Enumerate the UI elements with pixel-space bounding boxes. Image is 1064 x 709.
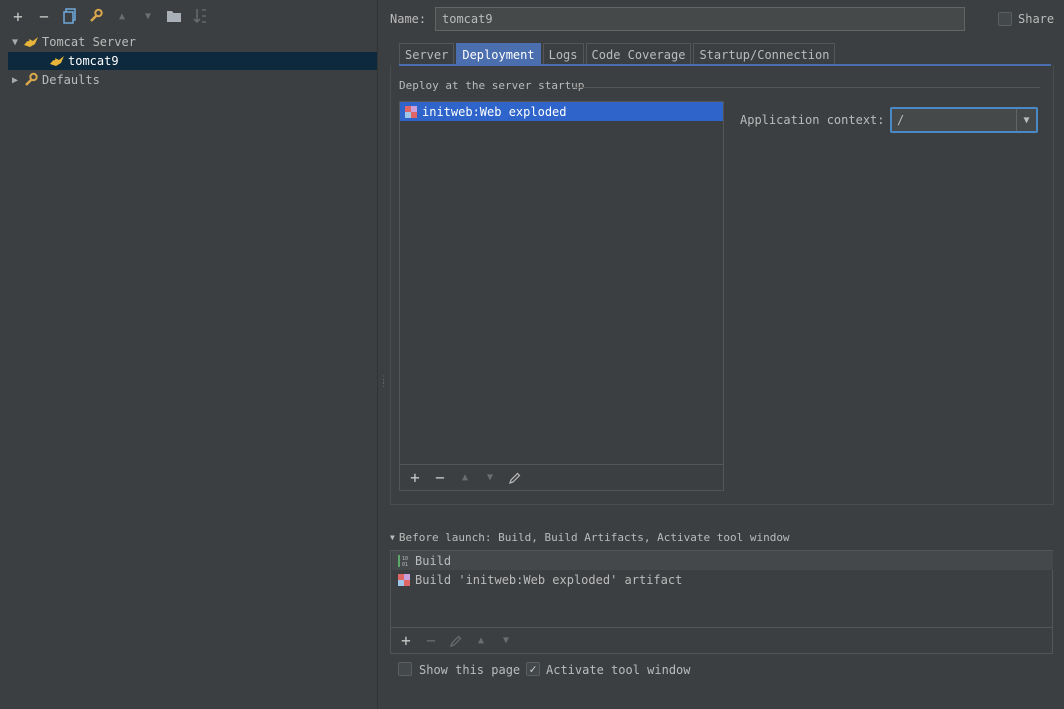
add-task-button[interactable]: + (396, 631, 416, 651)
deployment-list-toolbar: + − ▲ ▼ (399, 465, 724, 491)
edit-defaults-button[interactable] (86, 6, 106, 26)
before-launch-item-label: Build (415, 553, 452, 568)
expand-down-icon[interactable]: ▼ (8, 37, 22, 48)
activate-tool-window-label: Activate tool window (546, 663, 691, 677)
minus-icon: − (426, 631, 436, 650)
name-input[interactable] (435, 7, 965, 31)
add-config-button[interactable]: + (8, 6, 28, 26)
tree-item-tomcat9[interactable]: tomcat9 (8, 52, 377, 70)
tab-startup-connection[interactable]: Startup/Connection (693, 43, 836, 65)
artifact-icon (402, 104, 420, 120)
list-item[interactable]: 10 01 Build (392, 551, 1053, 570)
deployment-item-label: initweb:Web exploded (422, 104, 567, 119)
name-label: Name: (390, 12, 427, 26)
folder-button[interactable] (164, 6, 184, 26)
tab-server[interactable]: Server (399, 43, 455, 65)
list-item[interactable]: initweb:Web exploded (400, 102, 723, 121)
edit-task-button[interactable] (446, 631, 466, 651)
tree-item-defaults[interactable]: ▶ Defaults (8, 71, 377, 89)
app-context-value[interactable]: / (892, 113, 1016, 127)
wrench-icon (90, 8, 103, 22)
move-up-task-button[interactable]: ▲ (471, 631, 491, 651)
copy-icon (63, 8, 76, 24)
arrow-up-icon: ▲ (461, 472, 469, 483)
build-icon: 10 01 (395, 553, 413, 569)
move-down-deployment-button[interactable]: ▼ (480, 468, 500, 488)
deploy-section-title: Deploy at the server startup (399, 79, 585, 92)
section-divider (572, 87, 1040, 88)
pencil-icon (450, 635, 462, 647)
collapse-icon[interactable]: ▼ (390, 533, 395, 542)
folder-icon (167, 11, 181, 22)
before-launch-list[interactable]: 10 01 Build Build 'initweb:Web exploded' … (390, 550, 1053, 628)
move-up-button[interactable]: ▲ (112, 6, 132, 26)
minus-icon: − (435, 468, 445, 487)
plus-icon: + (401, 631, 411, 650)
move-down-button[interactable]: ▼ (138, 6, 158, 26)
sort-button[interactable] (190, 6, 210, 26)
arrow-down-icon: ▼ (502, 635, 510, 646)
arrow-up-icon: ▲ (118, 10, 126, 22)
deployment-list[interactable] (399, 101, 724, 465)
panel-splitter-handle[interactable]: ⋮ ⋮ (379, 376, 388, 394)
expand-right-icon[interactable]: ▶ (8, 75, 22, 86)
app-context-label: Application context: (740, 113, 885, 127)
share-checkbox[interactable] (998, 12, 1012, 26)
tab-code-coverage[interactable]: Code Coverage (585, 43, 692, 65)
wrench-icon (22, 72, 40, 88)
tab-logs[interactable]: Logs (542, 43, 584, 65)
arrow-down-icon: ▼ (486, 472, 494, 483)
tree-item-label: Defaults (42, 73, 100, 87)
app-context-combobox[interactable]: / ▼ (890, 107, 1038, 133)
list-item[interactable]: Build 'initweb:Web exploded' artifact (392, 570, 1053, 589)
arrow-down-icon: ▼ (144, 10, 152, 22)
artifact-icon (395, 572, 413, 588)
copy-config-button[interactable] (60, 6, 80, 26)
edit-deployment-button[interactable] (505, 468, 525, 488)
plus-icon: + (410, 468, 420, 487)
move-up-deployment-button[interactable]: ▲ (455, 468, 475, 488)
svg-text:01: 01 (402, 562, 408, 568)
tomcat-icon (22, 34, 40, 50)
before-launch-toolbar: + − ▲ ▼ (390, 628, 1053, 654)
remove-task-button[interactable]: − (421, 631, 441, 651)
tomcat-icon (48, 53, 66, 69)
pencil-icon (509, 472, 521, 484)
config-tabs: Server Deployment Logs Code Coverage Sta… (399, 43, 837, 65)
add-deployment-button[interactable]: + (405, 468, 425, 488)
before-launch-item-label: Build 'initweb:Web exploded' artifact (415, 572, 683, 587)
run-config-tree: ▼ Tomcat Server tomcat9 ▶ Defaults (8, 33, 377, 709)
sidebar-toolbar: + − ▲ ▼ (0, 0, 378, 32)
before-launch-title: Before launch: Build, Build Artifacts, A… (398, 531, 790, 544)
move-down-task-button[interactable]: ▼ (496, 631, 516, 651)
show-page-label: Show this page (419, 663, 521, 677)
show-page-checkbox[interactable] (398, 662, 412, 676)
tree-item-label: tomcat9 (68, 54, 119, 68)
tree-item-label: Tomcat Server (42, 35, 136, 49)
minus-icon: − (39, 6, 49, 26)
remove-deployment-button[interactable]: − (430, 468, 450, 488)
tree-item-tomcat-server[interactable]: ▼ Tomcat Server (8, 33, 377, 51)
plus-icon: + (13, 6, 23, 26)
activate-tool-window-checkbox[interactable]: ✓ (526, 662, 540, 676)
before-launch-header[interactable]: ▼ Before launch: Build, Build Artifacts,… (390, 531, 790, 544)
remove-config-button[interactable]: − (34, 6, 54, 26)
checkmark-icon: ✓ (529, 662, 537, 676)
dropdown-arrow-icon[interactable]: ▼ (1016, 109, 1036, 131)
arrow-up-icon: ▲ (477, 635, 485, 646)
share-label: Share (1018, 12, 1055, 26)
tab-deployment[interactable]: Deployment (456, 43, 541, 65)
sort-alpha-icon (193, 9, 206, 23)
